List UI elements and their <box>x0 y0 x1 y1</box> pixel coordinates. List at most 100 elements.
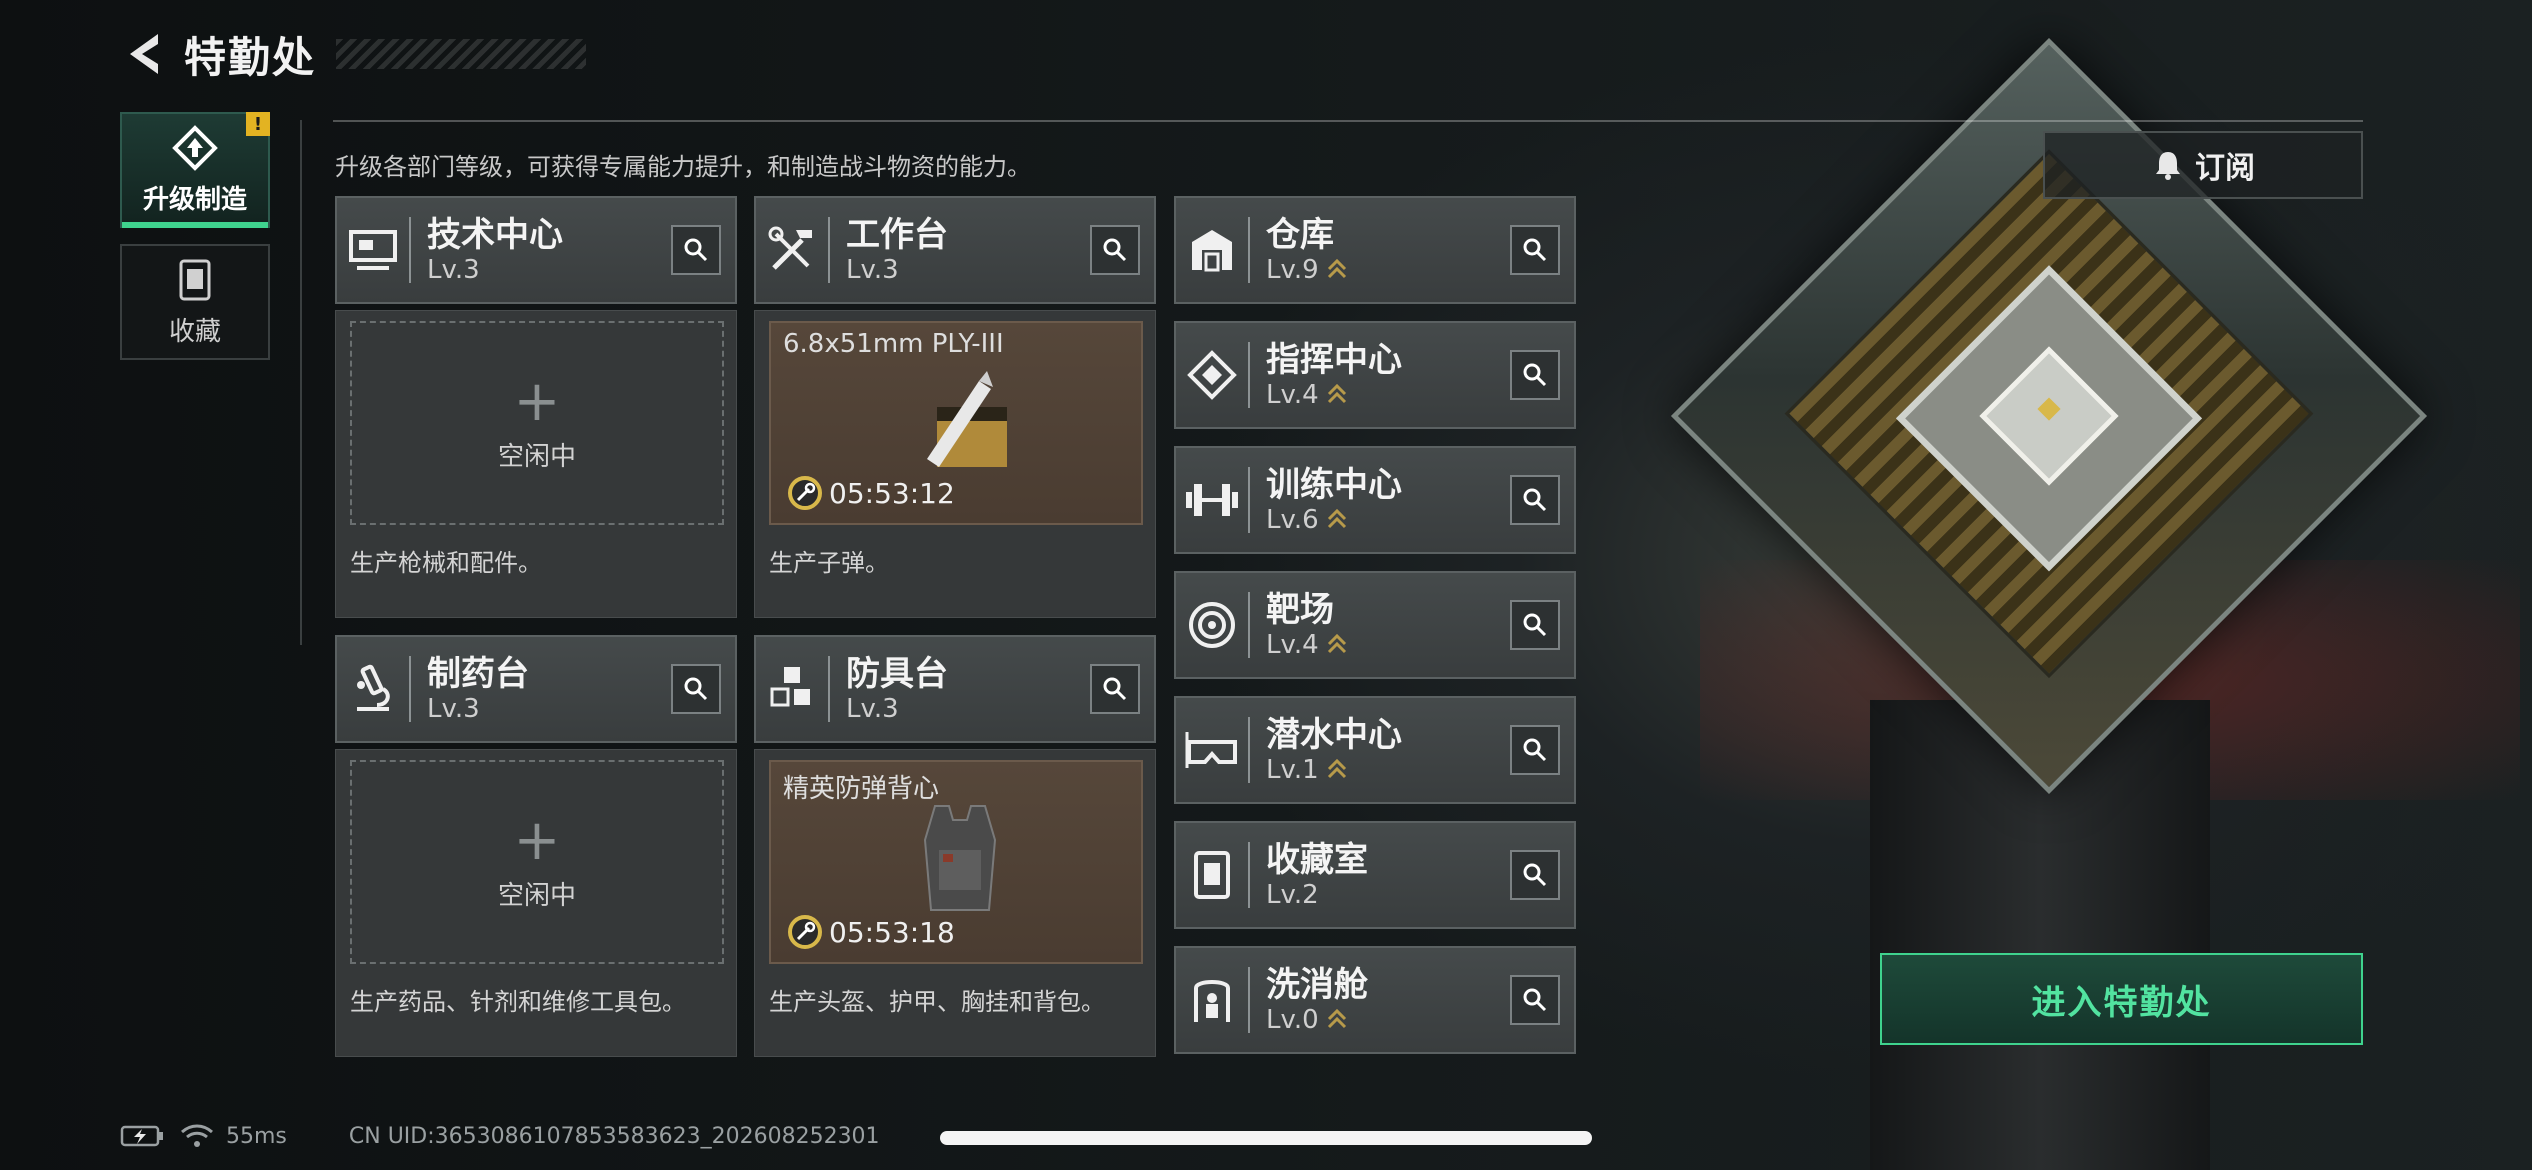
enter-hq-button[interactable]: 进入特勤处 <box>1880 953 2363 1045</box>
production-item[interactable]: 6.8x51mm PLY-III 05:53:12 <box>769 321 1143 525</box>
command-icon <box>1187 350 1237 400</box>
facility-card-tech-center[interactable]: 技术中心 Lv.3 <box>335 196 737 304</box>
enter-hq-label: 进入特勤处 <box>2031 982 2212 1023</box>
home-indicator[interactable] <box>940 1131 1592 1145</box>
header: 特勤处 <box>120 24 587 84</box>
inspect-button[interactable] <box>1510 600 1560 650</box>
idle-slot[interactable]: + 空闲中 <box>350 760 724 964</box>
upgrade-diamond-icon <box>172 124 218 171</box>
status-bar: 55ms CN UID:3653086107853583623_20260825… <box>120 1118 880 1154</box>
production-slot-pharmacy: + 空闲中 生产药品、针剂和维修工具包。 <box>335 749 737 1057</box>
facility-card-command-center[interactable]: 指挥中心 Lv.4 <box>1174 321 1576 429</box>
divider <box>300 120 302 645</box>
magnify-icon <box>1523 363 1547 387</box>
production-item[interactable]: 精英防弹背心 05:53:18 <box>769 760 1143 964</box>
magnify-icon <box>1523 613 1547 637</box>
upgrade-chevron-icon <box>1327 258 1346 279</box>
production-timer: 05:53:18 <box>787 914 955 950</box>
cubes-icon <box>770 667 810 707</box>
magnify-icon <box>1523 738 1547 762</box>
tab-collection[interactable]: 收藏 <box>120 244 270 360</box>
collection-icon <box>1194 851 1230 899</box>
bell-plus-icon <box>2156 152 2180 180</box>
timer-value: 05:53:12 <box>829 476 955 510</box>
inspect-button[interactable] <box>1510 350 1560 400</box>
magnify-icon <box>1103 238 1127 262</box>
title-decoration <box>336 39 587 69</box>
facility-description: 生产子弹。 <box>769 549 889 577</box>
magnify-icon <box>684 677 708 701</box>
back-arrow-icon <box>130 34 158 74</box>
facility-level: Lv.6 <box>1266 505 1319 535</box>
facility-level: Lv.4 <box>1266 630 1319 660</box>
production-slot-armor-bench: 精英防弹背心 05:53:18 生产头盔、护甲、胸挂和背包。 <box>754 749 1156 1057</box>
magnify-icon <box>1523 238 1547 262</box>
production-slot-tech-center: + 空闲中 生产枪械和配件。 <box>335 310 737 618</box>
facility-card-armor-bench[interactable]: 防具台 Lv.3 <box>754 635 1156 743</box>
user-uid: CN UID:3653086107853583623_202608252301 <box>348 1123 880 1149</box>
inspect-button[interactable] <box>1510 850 1560 900</box>
inspect-button[interactable] <box>1510 225 1560 275</box>
armor-vest-icon <box>923 805 997 911</box>
facility-card-workbench[interactable]: 工作台 Lv.3 <box>754 196 1156 304</box>
upgrade-chevron-icon <box>1327 1008 1346 1029</box>
intro-text: 升级各部门等级，可获得专属能力提升，和制造战斗物资的能力。 <box>335 153 1031 181</box>
plus-icon: + <box>513 368 561 434</box>
wrench-clock-icon <box>788 915 822 949</box>
divider <box>333 120 2363 122</box>
magnify-icon <box>1523 488 1547 512</box>
facility-card-shooting-range[interactable]: 靶场 Lv.4 <box>1174 571 1576 679</box>
back-button[interactable] <box>120 28 168 80</box>
facility-card-training-center[interactable]: 训练中心 Lv.6 <box>1174 446 1576 554</box>
magnify-icon <box>684 238 708 262</box>
collection-case-icon <box>179 259 211 300</box>
inspect-button[interactable] <box>1510 975 1560 1025</box>
idle-slot[interactable]: + 空闲中 <box>350 321 724 525</box>
facility-card-decon-chamber[interactable]: 洗消舱 Lv.0 <box>1174 946 1576 1054</box>
facility-card-pharmacy[interactable]: 制药台 Lv.3 <box>335 635 737 743</box>
facility-card-diving-center[interactable]: 潜水中心 Lv.1 <box>1174 696 1576 804</box>
tools-icon <box>768 226 812 270</box>
decon-icon <box>1194 980 1230 1022</box>
inspect-button[interactable] <box>671 225 721 275</box>
idle-label: 空闲中 <box>497 441 576 472</box>
ping-value: 55ms <box>226 1123 287 1149</box>
inspect-button[interactable] <box>1090 225 1140 275</box>
timer-value: 05:53:18 <box>829 915 955 949</box>
facility-level: Lv.4 <box>1266 380 1319 410</box>
item-name: 精英防弹背心 <box>783 774 940 804</box>
facility-card-warehouse[interactable]: 仓库 Lv.9 <box>1174 196 1576 304</box>
facility-description: 生产头盔、护甲、胸挂和背包。 <box>769 988 1105 1016</box>
production-slot-workbench: 6.8x51mm PLY-III 05:53:12 生产子弹。 <box>754 310 1156 618</box>
inspect-button[interactable] <box>1090 664 1140 714</box>
facility-description: 生产药品、针剂和维修工具包。 <box>350 988 686 1016</box>
alert-badge: ! <box>246 112 270 136</box>
ammo-box-icon <box>927 371 1007 467</box>
wifi-icon <box>181 1124 213 1147</box>
inspect-button[interactable] <box>1510 725 1560 775</box>
upgrade-chevron-icon <box>1327 758 1346 779</box>
facility-level: Lv.0 <box>1266 1005 1319 1035</box>
item-name: 6.8x51mm PLY-III <box>783 329 1004 359</box>
subscribe-label: 订阅 <box>2195 151 2255 186</box>
microscope-icon <box>357 664 390 711</box>
page-title: 特勤处 <box>184 32 317 82</box>
inspect-button[interactable] <box>1510 475 1560 525</box>
tab-upgrade-craft[interactable]: ! 升级制造 <box>120 112 270 228</box>
subscribe-button[interactable]: 订阅 <box>2043 131 2363 199</box>
tab-collection-label: 收藏 <box>168 316 221 347</box>
tab-upgrade-craft-label: 升级制造 <box>142 184 247 215</box>
magnify-icon <box>1523 988 1547 1012</box>
inspect-button[interactable] <box>671 664 721 714</box>
facility-description: 生产枪械和配件。 <box>350 549 542 577</box>
target-icon <box>1189 602 1235 648</box>
dumbbell-icon <box>1186 484 1238 516</box>
production-timer: 05:53:12 <box>787 475 955 511</box>
upgrade-chevron-icon <box>1327 383 1346 404</box>
upgrade-chevron-icon <box>1327 508 1346 529</box>
facility-level: Lv.9 <box>1266 255 1319 285</box>
upgrade-chevron-icon <box>1327 633 1346 654</box>
battery-charging-icon <box>120 1125 163 1147</box>
plus-icon: + <box>513 807 561 873</box>
facility-card-collection-room[interactable]: 收藏室 Lv.2 <box>1174 821 1576 929</box>
